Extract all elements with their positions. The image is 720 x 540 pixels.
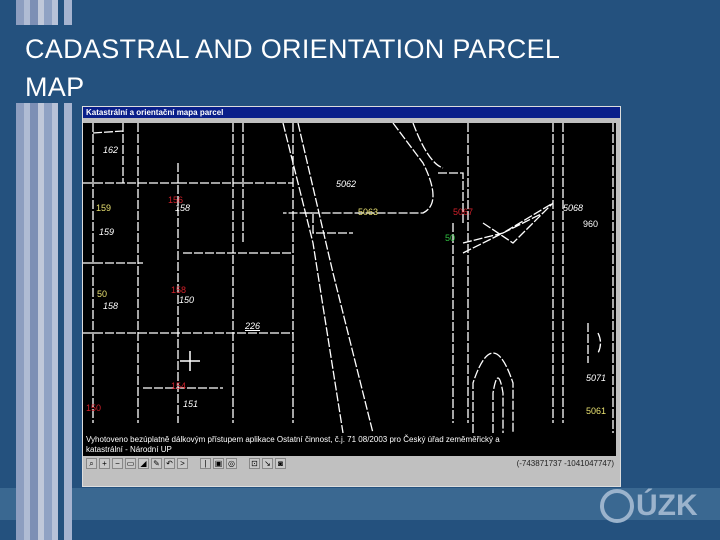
next-button[interactable]: > [177, 458, 188, 469]
export-button[interactable]: ◙ [275, 458, 286, 469]
parcel-label[interactable]: 5071 [586, 373, 606, 383]
parcel-label[interactable]: 150 [86, 403, 101, 413]
map-canvas[interactable]: 162 159 159 156 158 158 150 50 158 226 1… [83, 123, 616, 433]
status-line-2: katastrální - Národní UP [86, 445, 172, 454]
decorative-stripes-top [16, 0, 72, 25]
title-line-1: CADASTRAL AND ORIENTATION PARCEL [25, 34, 561, 64]
parcel-label[interactable]: 154 [171, 381, 186, 391]
measure-button[interactable]: ↘ [262, 458, 273, 469]
parcel-label[interactable]: 158 [175, 203, 190, 213]
zoom-tool-button[interactable]: ⌕ [86, 458, 97, 469]
parcel-label[interactable]: 50 [97, 289, 107, 299]
map-toolbar: ⌕ + − ▭ ◢ ✎ ↶ > | ▣ ◎ ⊡ ↘ ◙ (-743871737 … [83, 456, 620, 471]
zoom-in-button[interactable]: + [99, 458, 110, 469]
parcel-label[interactable]: 50 [445, 233, 455, 243]
parcel-label[interactable]: 159 [99, 227, 114, 237]
cuzk-logo: ÚZK [600, 486, 718, 526]
status-line-1: Vyhotoveno bezúplatně dálkovým přístupem… [86, 435, 500, 444]
parcel-label[interactable]: 162 [103, 145, 118, 155]
window-titlebar: Katastrální a orientační mapa parcel [83, 107, 620, 118]
status-text: Vyhotoveno bezúplatně dálkovým přístupem… [83, 433, 616, 456]
decorative-stripes-side [16, 103, 72, 540]
info-button[interactable]: | [200, 458, 211, 469]
extent-button[interactable]: ▭ [125, 458, 136, 469]
parcel-label[interactable]: 5063 [358, 207, 378, 217]
parcel-label[interactable]: 151 [183, 399, 198, 409]
app-window: Katastrální a orientační mapa parcel 162… [82, 106, 621, 487]
layer-button[interactable]: ▣ [213, 458, 224, 469]
logo-text: ÚZK [636, 489, 698, 522]
draw-button[interactable]: ✎ [151, 458, 162, 469]
parcel-label[interactable]: 5061 [586, 406, 606, 416]
parcel-label[interactable]: 5062 [336, 179, 356, 189]
print-button[interactable]: ⊡ [249, 458, 260, 469]
parcel-label[interactable]: 226 [245, 321, 260, 331]
area-button[interactable]: ◢ [138, 458, 149, 469]
parcel-label[interactable]: 159 [96, 203, 111, 213]
crosshair-icon [180, 351, 200, 371]
parcel-label[interactable]: 5067 [453, 207, 473, 217]
parcel-label[interactable]: 150 [179, 295, 194, 305]
parcel-label[interactable]: 5068 [563, 203, 583, 213]
parcel-label[interactable]: 158 [171, 285, 186, 295]
coordinate-readout: (-743871737 -1041047747) [516, 459, 614, 468]
target-button[interactable]: ◎ [226, 458, 237, 469]
zoom-out-button[interactable]: − [112, 458, 123, 469]
slide-title: CADASTRAL AND ORIENTATION PARCEL MAP [25, 30, 560, 106]
globe-icon [600, 489, 634, 523]
undo-button[interactable]: ↶ [164, 458, 175, 469]
parcel-label[interactable]: 158 [103, 301, 118, 311]
parcel-label[interactable]: 960 [583, 219, 598, 229]
title-line-2: MAP [25, 72, 85, 102]
